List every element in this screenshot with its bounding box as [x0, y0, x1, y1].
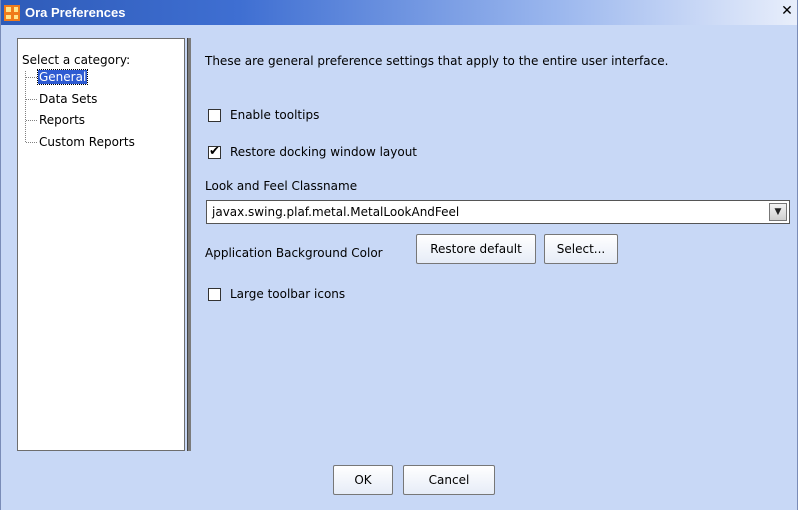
select-color-button[interactable]: Select...	[544, 234, 618, 264]
look-and-feel-value: javax.swing.plaf.metal.MetalLookAndFeel	[212, 205, 460, 219]
ok-button[interactable]: OK	[333, 465, 393, 495]
tree-connector	[26, 120, 37, 121]
large-icons-row[interactable]: Large toolbar icons	[208, 286, 345, 302]
tree-item-custom-reports[interactable]: Custom Reports	[38, 135, 136, 149]
tree-connector	[26, 142, 37, 143]
checkmark-icon: ✔	[209, 143, 220, 159]
close-icon[interactable]: ✕	[779, 4, 795, 20]
cancel-button[interactable]: Cancel	[403, 465, 495, 495]
restore-docking-checkbox[interactable]: ✔	[208, 143, 221, 159]
preferences-window: Ora Preferences ✕ Select a category: Gen…	[0, 0, 798, 510]
tree-connector	[26, 99, 37, 100]
large-icons-checkbox[interactable]	[208, 287, 221, 301]
dropdown-arrow-icon[interactable]: ▼	[769, 203, 787, 221]
tree-connector	[26, 77, 37, 78]
look-and-feel-dropdown[interactable]: javax.swing.plaf.metal.MetalLookAndFeel …	[206, 200, 790, 224]
tree-connector	[25, 71, 26, 142]
look-and-feel-label: Look and Feel Classname	[205, 179, 358, 193]
tree-heading: Select a category:	[22, 53, 131, 67]
tree-item-general[interactable]: General	[36, 69, 89, 85]
restore-docking-row[interactable]: ✔ Restore docking window layout	[208, 144, 417, 160]
dialog-button-bar: OK Cancel	[1, 452, 797, 510]
large-icons-label: Large toolbar icons	[230, 287, 346, 301]
background-color-label: Application Background Color	[205, 246, 383, 260]
tree-item-reports[interactable]: Reports	[38, 113, 86, 127]
enable-tooltips-checkbox[interactable]	[208, 108, 221, 122]
restore-default-button[interactable]: Restore default	[416, 234, 536, 264]
window-title: Ora Preferences	[25, 5, 126, 20]
title-bar[interactable]: Ora Preferences ✕	[1, 0, 797, 25]
restore-docking-label: Restore docking window layout	[230, 145, 418, 159]
category-tree: Select a category: General Data Sets Rep…	[17, 38, 185, 451]
general-settings-panel: These are general preference settings th…	[191, 38, 795, 451]
app-icon	[4, 5, 20, 21]
enable-tooltips-label: Enable tooltips	[230, 108, 320, 122]
tree-item-data-sets[interactable]: Data Sets	[38, 92, 98, 106]
enable-tooltips-row[interactable]: Enable tooltips	[208, 107, 319, 123]
panel-description: These are general preference settings th…	[205, 54, 669, 68]
